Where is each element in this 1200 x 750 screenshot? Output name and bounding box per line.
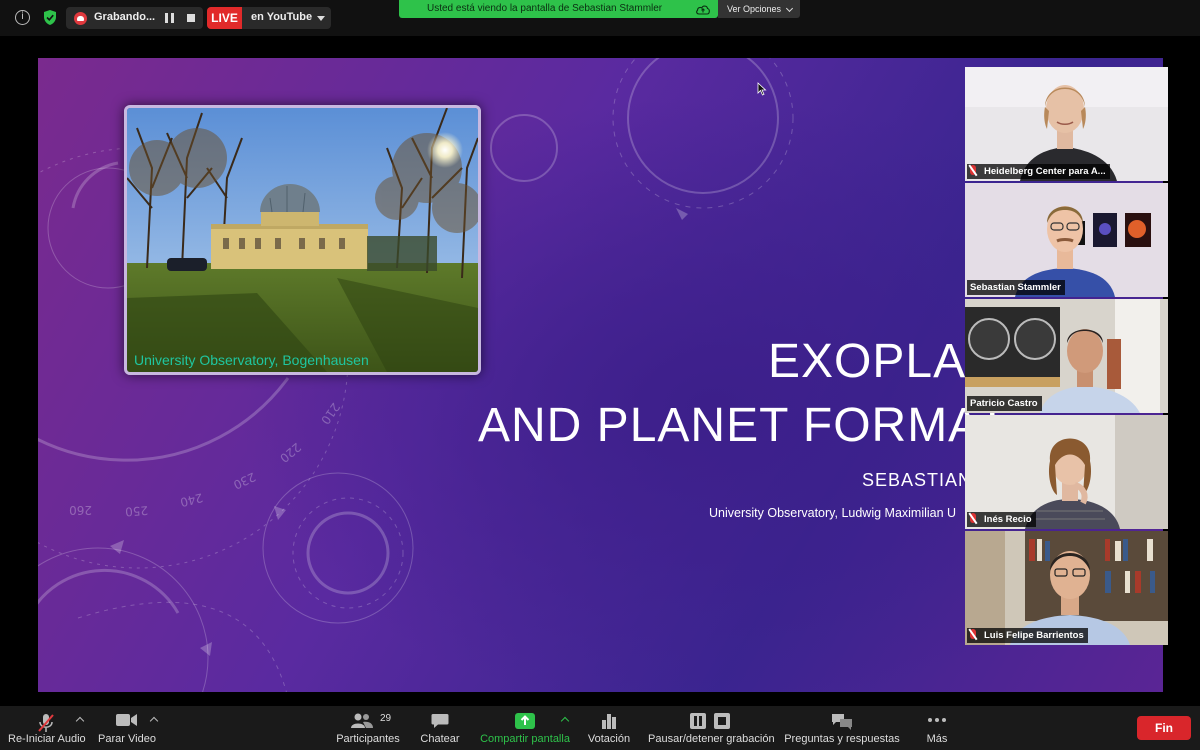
meeting-toolbar: Re-Iniciar Audio Parar Video 29 Particip… (0, 706, 1200, 750)
pause-recording-icon[interactable] (165, 13, 174, 23)
mic-muted-icon (970, 513, 976, 523)
pause-stop-recording-button[interactable]: Pausar/detener grabación (648, 706, 775, 750)
live-badge: LIVE (207, 7, 242, 29)
recording-label: Grabando... (94, 11, 156, 23)
participant-name: Heidelberg Center para A... (984, 166, 1106, 177)
poll-button[interactable]: Votación (584, 706, 634, 750)
video-camera-icon (116, 714, 137, 726)
shield-check-icon[interactable] (43, 9, 57, 26)
dial-number: 210 (318, 400, 343, 427)
qa-button[interactable]: Preguntas y respuestas (784, 706, 900, 750)
cloud-recording-icon (74, 12, 87, 25)
participants-icon (351, 713, 373, 728)
view-options-button[interactable]: Ver Opciones (718, 0, 800, 18)
dial-number: 230 (231, 470, 258, 492)
participants-label: Participantes (336, 733, 400, 745)
participant-tile[interactable]: Luis Felipe Barrientos (965, 531, 1168, 645)
chat-label: Chatear (420, 733, 460, 745)
pause-stop-recording-label: Pausar/detener grabación (648, 733, 775, 745)
mic-muted-icon (970, 165, 976, 175)
participant-name: Sebastian Stammler (970, 282, 1061, 293)
chevron-down-icon (785, 4, 794, 13)
share-banner-text: Usted está viendo la pantalla de Sebasti… (427, 3, 663, 14)
cloud-upload-icon (696, 5, 710, 15)
participant-tile[interactable]: Patricio Castro (965, 299, 1168, 413)
stop-video-label: Parar Video (98, 733, 156, 745)
share-screen-button[interactable]: Compartir pantalla (478, 706, 572, 750)
share-screen-icon (515, 713, 535, 729)
participants-button[interactable]: 29 Participantes (332, 706, 404, 750)
meeting-top-bar: i Grabando... LIVE en YouTube Usted está… (0, 0, 1200, 36)
screen-share-banner: Usted está viendo la pantalla de Sebasti… (399, 0, 718, 18)
chat-button[interactable]: Chatear (416, 706, 464, 750)
poll-label: Votación (587, 733, 631, 745)
more-dots-icon (928, 718, 946, 722)
qa-chat-icon (832, 714, 852, 730)
dial-number: 260 (69, 503, 92, 517)
participants-count: 29 (380, 713, 392, 724)
poll-bar-chart-icon (602, 714, 616, 729)
mouse-cursor-icon (757, 82, 767, 96)
observatory-photo (124, 105, 481, 375)
participant-name-label: Heidelberg Center para A... (967, 164, 1110, 179)
participant-name-label: Inés Recio (967, 512, 1036, 527)
recording-indicator: Grabando... (66, 7, 203, 29)
participant-name: Patricio Castro (970, 398, 1038, 409)
chevron-down-icon (317, 16, 325, 21)
participant-tile[interactable]: Heidelberg Center para A... (965, 67, 1168, 181)
chat-icon (431, 714, 449, 728)
participant-name-label: Luis Felipe Barrientos (967, 628, 1088, 643)
restart-audio-button[interactable]: Re-Iniciar Audio (8, 706, 86, 750)
share-screen-label: Compartir pantalla (480, 733, 570, 745)
dial-number: 240 (179, 490, 205, 509)
mic-muted-icon (38, 714, 54, 732)
live-stream-dropdown[interactable]: LIVE en YouTube (207, 7, 331, 29)
more-label: Más (926, 733, 948, 745)
qa-label: Preguntas y respuestas (784, 733, 900, 745)
restart-audio-label: Re-Iniciar Audio (8, 733, 86, 745)
stop-recording-icon[interactable] (187, 14, 195, 22)
photo-caption: University Observatory, Bogenhausen (134, 352, 369, 368)
more-button[interactable]: Más (920, 706, 954, 750)
info-icon[interactable]: i (15, 10, 30, 25)
observatory-image (127, 108, 478, 372)
view-options-label: Ver Opciones (727, 4, 782, 14)
participant-tile[interactable]: Inés Recio (965, 415, 1168, 529)
participant-tile-active-speaker[interactable]: Sebastian Stammler (965, 183, 1168, 297)
pause-stop-icon (690, 713, 730, 729)
live-destination-label: en YouTube (251, 11, 313, 23)
dial-number: 220 (277, 440, 304, 465)
participant-name-label: Patricio Castro (967, 396, 1042, 411)
stop-video-button[interactable]: Parar Video (94, 706, 160, 750)
end-meeting-button[interactable]: Fin (1137, 716, 1191, 740)
participant-name-label: Sebastian Stammler (967, 280, 1065, 295)
slide-affiliation: University Observatory, Ludwig Maximilia… (709, 506, 957, 520)
participant-name: Luis Felipe Barrientos (984, 630, 1084, 641)
participant-name: Inés Recio (984, 514, 1032, 525)
slide-title-line-2: AND PLANET FORMAT (478, 399, 1008, 452)
mic-muted-icon (970, 629, 976, 639)
dial-number: 250 (125, 503, 149, 519)
